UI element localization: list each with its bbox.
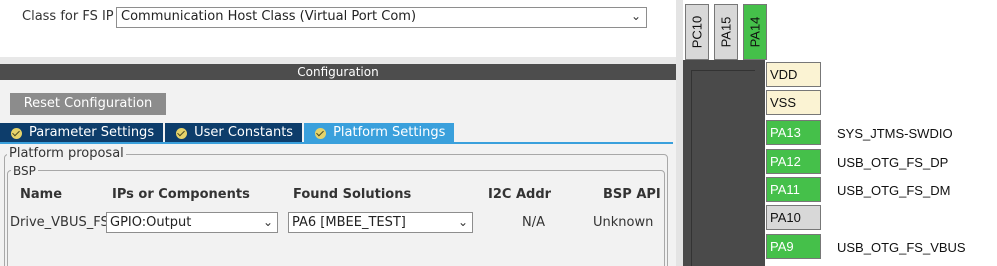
bsp-legend: BSP xyxy=(11,164,38,178)
pin-label: PA13 xyxy=(770,125,801,140)
pin-vdd[interactable]: VDD xyxy=(766,62,821,87)
fs-ip-label: Class for FS IP xyxy=(22,9,114,24)
found-solution-select[interactable]: PA6 [MBEE_TEST] ⌄ xyxy=(288,212,473,233)
tab-underline xyxy=(0,142,673,144)
row-bsp-api: Unknown xyxy=(593,215,654,230)
panel-divider xyxy=(0,57,676,64)
pin-label: PC10 xyxy=(689,15,705,49)
check-circle-icon xyxy=(315,127,327,139)
column-header-ips: IPs or Components xyxy=(112,187,250,202)
row-i2c-addr: N/A xyxy=(522,215,545,230)
pin-pa12[interactable]: PA12 xyxy=(766,149,821,174)
signal-label-pa13: SYS_JTMS-SWDIO xyxy=(837,126,953,141)
column-header-i2c: I2C Addr xyxy=(488,187,552,202)
pin-pa15[interactable]: PA15 xyxy=(714,4,738,60)
pin-pa9[interactable]: PA9 xyxy=(766,234,821,259)
chevron-down-icon: ⌄ xyxy=(630,9,641,23)
pin-vss[interactable]: VSS xyxy=(766,90,821,115)
signal-label-pa9: USB_OTG_FS_VBUS xyxy=(837,240,966,255)
column-header-bsp-api: BSP API xyxy=(603,187,661,202)
pin-label: PA14 xyxy=(747,16,763,48)
tab-platform-settings[interactable]: Platform Settings xyxy=(304,123,455,143)
settings-tabs: Parameter Settings User Constants Platfo… xyxy=(0,123,456,143)
tab-user-constants[interactable]: User Constants xyxy=(165,123,303,143)
signal-label-pa12: USB_OTG_FS_DP xyxy=(837,155,949,170)
pin-label: PA12 xyxy=(770,154,801,169)
configuration-panel: Class for FS IP Communication Host Class… xyxy=(0,0,676,266)
configuration-title-bar: Configuration xyxy=(0,64,676,80)
fs-ip-row: Class for FS IP Communication Host Class… xyxy=(0,0,676,57)
check-circle-icon xyxy=(176,127,188,139)
pin-label: VSS xyxy=(770,95,797,110)
row-name: Drive_VBUS_FS xyxy=(10,215,109,230)
configuration-title: Configuration xyxy=(297,65,379,79)
fs-ip-class-value: Communication Host Class (Virtual Port C… xyxy=(121,9,417,24)
pin-label: PA10 xyxy=(770,210,801,225)
pin-pa13[interactable]: PA13 xyxy=(766,120,821,145)
tab-label: Parameter Settings xyxy=(29,125,155,140)
tab-label: User Constants xyxy=(194,125,294,140)
signal-label-pa11: USB_OTG_FS_DM xyxy=(837,183,951,198)
check-circle-icon xyxy=(11,127,22,139)
tab-parameter-settings[interactable]: Parameter Settings xyxy=(0,123,164,143)
fs-ip-class-select[interactable]: Communication Host Class (Virtual Port C… xyxy=(116,7,647,28)
ip-component-select[interactable]: GPIO:Output ⌄ xyxy=(106,212,278,233)
pin-pc10[interactable]: PC10 xyxy=(685,4,709,60)
pin-label: PA9 xyxy=(770,239,794,254)
platform-proposal-legend: Platform proposal xyxy=(7,146,126,161)
column-header-solutions: Found Solutions xyxy=(293,187,412,202)
pin-label: PA11 xyxy=(770,182,800,197)
pin-pa14[interactable]: PA14 xyxy=(743,4,767,60)
column-header-name: Name xyxy=(20,187,63,202)
chevron-down-icon: ⌄ xyxy=(457,215,468,229)
reset-configuration-button[interactable]: Reset Configuration xyxy=(10,93,166,115)
pin-label: PA15 xyxy=(718,16,734,48)
tab-label: Platform Settings xyxy=(333,125,446,140)
found-solution-value: PA6 [MBEE_TEST] xyxy=(292,215,406,230)
pin-pa11[interactable]: PA11 xyxy=(766,177,821,202)
panel-splitter[interactable] xyxy=(676,0,683,266)
pin-label: VDD xyxy=(770,67,798,82)
chevron-down-icon: ⌄ xyxy=(262,215,273,229)
pin-pa10[interactable]: PA10 xyxy=(766,205,821,230)
ip-component-value: GPIO:Output xyxy=(110,215,192,230)
mcu-chip-die xyxy=(691,70,755,266)
